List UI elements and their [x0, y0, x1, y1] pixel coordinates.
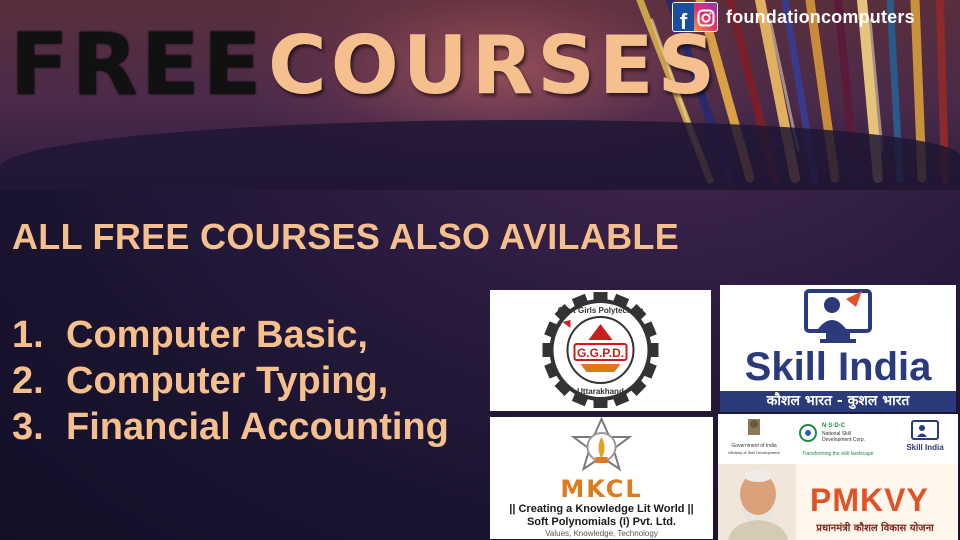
skill-india-tagline: कौशल भारत - कुशल भारत	[720, 391, 956, 412]
course-item: 3. Financial Accounting	[12, 406, 449, 452]
subtitle: ALL FREE COURSES ALSO AVILABLE	[12, 216, 680, 257]
course-name: Computer Typing,	[66, 360, 389, 402]
title-free: FREE	[10, 15, 265, 115]
svg-text:Govt Girls Polytechnic: Govt Girls Polytechnic	[558, 306, 644, 315]
portrait-photo	[718, 464, 796, 540]
nsdc-emblem: N·S·D·C National Skill Development Corp.…	[799, 423, 874, 457]
svg-text:Skill India: Skill India	[906, 443, 944, 452]
svg-text:Development Corp.: Development Corp.	[822, 437, 865, 443]
svg-text:G.G.P.D.: G.G.P.D.	[577, 346, 624, 360]
mkcl-logo: MKCL || Creating a Knowledge Lit World |…	[490, 417, 713, 539]
ggpd-gear-emblem: G.G.P.D. Govt Girls Polytechnic Uttarakh…	[542, 292, 659, 408]
ggpd-logo: G.G.P.D. Govt Girls Polytechnic Uttarakh…	[490, 290, 711, 411]
course-name: Financial Accounting	[66, 406, 449, 448]
pmkvy-logo: Government of India Ministry of Skill De…	[718, 414, 958, 540]
skill-india-emblem	[804, 289, 872, 343]
skill-india-small-emblem: Skill India	[906, 420, 944, 452]
course-list: 1. Computer Basic, 2. Computer Typing, 3…	[12, 314, 449, 452]
course-number: 2.	[12, 360, 44, 402]
mkcl-name: MKCL	[560, 475, 643, 503]
pmkvy-partner-strip: Government of India Ministry of Skill De…	[718, 414, 958, 464]
svg-text:Government of India: Government of India	[731, 443, 777, 449]
skill-india-wordmark: Skill India	[744, 345, 932, 389]
course-number: 3.	[12, 406, 44, 448]
svg-text:Transforming the skill landsca: Transforming the skill landscape	[802, 451, 874, 457]
mkcl-company: Soft Polynomials (I) Pvt. Ltd.	[526, 516, 677, 528]
mkcl-slogan: || Creating a Knowledge Lit World ||	[509, 503, 694, 515]
svg-text:N·S·D·C: N·S·D·C	[822, 423, 846, 429]
mkcl-emblem	[570, 417, 633, 472]
title-courses: COURSES	[268, 19, 720, 112]
mkcl-values: Values, Knowledge, Technology	[545, 529, 658, 538]
svg-text:Uttarakhand: Uttarakhand	[577, 387, 624, 396]
skill-india-logo: Skill India कौशल भारत - कुशल भारत	[720, 285, 956, 412]
ministry-emblem: Government of India Ministry of Skill De…	[728, 419, 781, 455]
course-item: 2. Computer Typing,	[12, 360, 449, 406]
social-handle-text: foundationcomputers	[726, 6, 915, 27]
pmkvy-hindi-name: प्रधानमंत्री कौशल विकास योजना	[816, 523, 934, 534]
banner-swoosh	[0, 120, 960, 190]
pmkvy-wordmark: PMKVY	[810, 482, 929, 518]
course-number: 1.	[12, 314, 44, 356]
course-item: 1. Computer Basic,	[12, 314, 449, 360]
course-name: Computer Basic,	[66, 314, 368, 356]
svg-text:Ministry of Skill Development: Ministry of Skill Development	[728, 450, 780, 455]
